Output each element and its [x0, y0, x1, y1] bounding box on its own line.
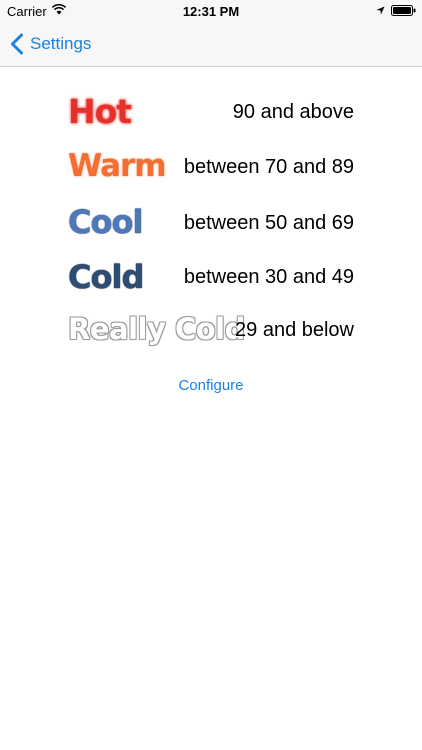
- configure-button[interactable]: Configure: [0, 377, 422, 394]
- back-button-label: Settings: [30, 34, 92, 53]
- temperature-name-really-cold: Really Cold: [68, 312, 245, 346]
- status-time: 12:31 PM: [182, 4, 240, 19]
- battery-icon: [391, 5, 416, 16]
- temperature-name-hot: Hot: [68, 92, 132, 131]
- temperature-row-cool: Cool between 50 and 69: [68, 203, 354, 243]
- chevron-left-icon: [11, 33, 23, 55]
- status-bar: Carrier 12:31 PM: [0, 0, 422, 22]
- temperature-range-cold: between 30 and 49: [183, 266, 354, 288]
- temperature-name-warm: Warm: [68, 148, 167, 184]
- location-icon: [376, 6, 385, 15]
- temperature-name-cool: Cool: [68, 203, 143, 241]
- temperature-range-cool: between 50 and 69: [183, 212, 354, 234]
- temperature-name-cold: Cold: [68, 258, 144, 296]
- back-button[interactable]: Settings: [10, 22, 91, 66]
- temperature-row-really-cold: Really Cold 29 and below: [68, 312, 354, 352]
- temperature-row-warm: Warm between 70 and 89: [68, 148, 354, 188]
- temperature-range-really-cold: 29 and below: [235, 319, 354, 341]
- temperature-range-hot: 90 and above: [232, 101, 354, 123]
- temperature-row-hot: Hot 90 and above: [68, 92, 354, 132]
- temperature-range-warm: between 70 and 89: [183, 156, 354, 178]
- temperature-row-cold: Cold between 30 and 49: [68, 258, 354, 298]
- navigation-bar: Settings: [0, 22, 422, 67]
